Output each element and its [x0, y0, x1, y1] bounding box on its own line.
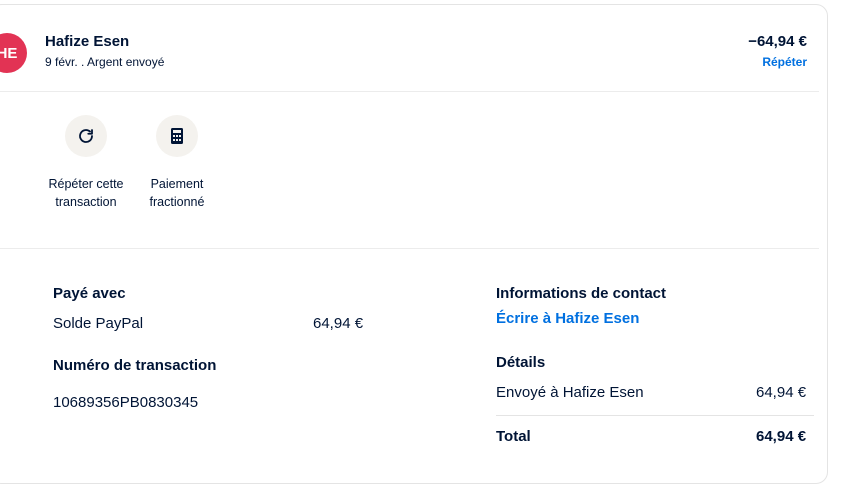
details-heading: Détails — [496, 354, 546, 371]
total-amount: 64,94 € — [756, 428, 807, 445]
recipient-name: Hafize Esen — [45, 33, 130, 50]
divider — [0, 91, 819, 92]
transaction-subtitle: 9 févr. . Argent envoyé — [45, 55, 165, 69]
repeat-transaction-action[interactable]: Répéter cette transaction — [46, 115, 126, 211]
payment-method-amount: 64,94 € — [313, 315, 364, 332]
transaction-amount: −64,94 € — [748, 33, 807, 50]
avatar: HE — [0, 33, 27, 73]
paid-with-heading: Payé avec — [53, 285, 126, 302]
refresh-icon[interactable] — [65, 115, 107, 157]
transaction-header[interactable]: HE Hafize Esen 9 févr. . Argent envoyé −… — [0, 5, 819, 96]
write-to-recipient-link[interactable]: Écrire à Hafize Esen — [496, 310, 639, 327]
repeat-transaction-label[interactable]: Répéter cette transaction — [46, 175, 126, 211]
contact-info-heading: Informations de contact — [496, 285, 667, 302]
split-payment-label[interactable]: Paiement fractionné — [137, 175, 217, 211]
repeat-link[interactable]: Répéter — [762, 55, 807, 69]
calculator-icon[interactable] — [156, 115, 198, 157]
details-divider — [496, 415, 814, 416]
transaction-number-heading: Numéro de transaction — [53, 357, 217, 374]
transaction-id: 10689356PB0830345 — [53, 394, 199, 411]
payment-method: Solde PayPal — [53, 315, 144, 332]
split-payment-action[interactable]: Paiement fractionné — [137, 115, 217, 211]
total-label: Total — [496, 428, 531, 445]
sent-amount: 64,94 € — [756, 384, 807, 401]
sent-to-label: Envoyé à Hafize Esen — [496, 384, 644, 401]
transaction-card: HE Hafize Esen 9 févr. . Argent envoyé −… — [0, 4, 828, 484]
divider — [0, 248, 819, 249]
